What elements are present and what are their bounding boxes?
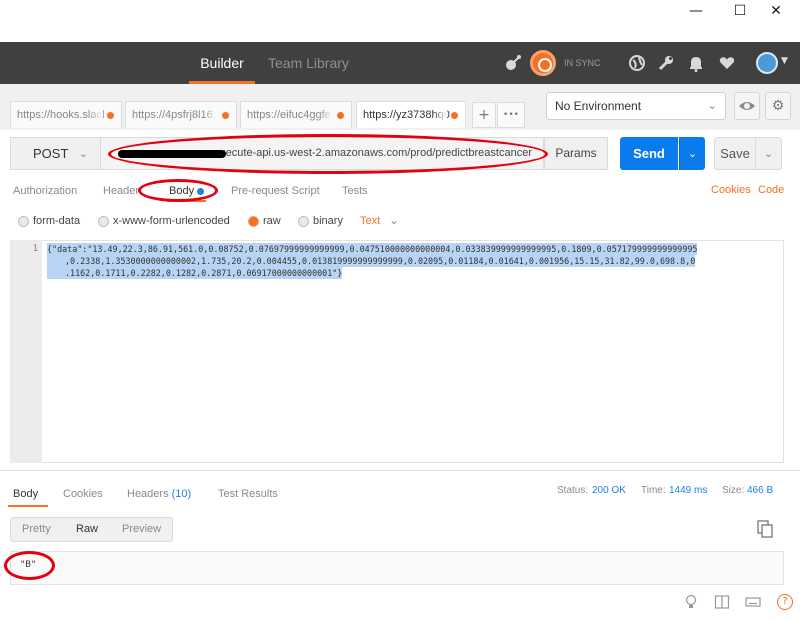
unsaved-dot-icon xyxy=(337,112,344,119)
wrench-icon[interactable] xyxy=(656,53,676,73)
form-data-radio[interactable] xyxy=(18,216,29,227)
close-icon[interactable]: ✕ xyxy=(762,2,790,20)
maximize-icon[interactable]: ☐ xyxy=(726,2,754,20)
save-options-button[interactable]: ⌄ xyxy=(756,137,782,170)
response-tab-headers-label: Headers xyxy=(127,488,169,500)
cookies-link[interactable]: Cookies xyxy=(711,184,751,196)
editor-line: {"data":"13.49,22.3,86.91,561.0,0.08752,… xyxy=(47,243,698,255)
binary-label: binary xyxy=(313,215,343,227)
sync-status: IN SYNC xyxy=(564,58,601,68)
request-tab[interactable]: https://eifuc4ggfe. xyxy=(240,101,352,128)
line-number: 1 xyxy=(32,244,38,254)
request-tab[interactable]: https://4psfrj8l16. xyxy=(125,101,237,128)
urlencoded-label: x-www-form-urlencoded xyxy=(113,215,230,227)
response-tab-cookies[interactable]: Cookies xyxy=(63,488,103,500)
eye-icon[interactable] xyxy=(734,92,760,120)
tab-builder[interactable]: Builder xyxy=(189,42,255,84)
size-label: Size: xyxy=(722,485,745,496)
keyboard-icon[interactable] xyxy=(745,594,761,610)
tab-tests[interactable]: Tests xyxy=(342,184,368,204)
body-modified-dot-icon xyxy=(197,188,204,195)
tab-body[interactable]: Body xyxy=(166,184,207,204)
method-select[interactable]: POST ⌄ xyxy=(10,137,100,170)
redaction-bar xyxy=(118,150,226,158)
urlencoded-radio[interactable] xyxy=(98,216,109,227)
unsaved-dot-icon xyxy=(107,112,114,119)
response-body[interactable] xyxy=(10,551,784,585)
editor-line: .1162,0.1711,0.2282,0.1282,0.2871,0.0691… xyxy=(47,267,343,279)
environment-select-value: No Environment xyxy=(555,99,642,113)
status-footer xyxy=(0,592,800,619)
headers-count: (10) xyxy=(171,488,192,500)
params-button[interactable]: Params xyxy=(544,137,608,170)
app-header: Builder Team Library IN SYNC ▼ xyxy=(0,42,800,84)
response-tab-headers[interactable]: Headers (10) xyxy=(127,488,191,500)
raw-radio[interactable] xyxy=(248,216,259,227)
tab-team-library[interactable]: Team Library xyxy=(268,42,349,84)
request-tab-active[interactable]: https://yz3738hq0 xyxy=(356,101,466,128)
editor-line: ,0.2338,1.3530000000000002,1.735,20.2,0.… xyxy=(47,255,696,267)
minimize-icon[interactable]: — xyxy=(682,2,710,20)
format-raw-button[interactable]: Raw xyxy=(76,523,98,535)
title-bar: — ☐ ✕ xyxy=(0,0,800,42)
tab-authorization[interactable]: Authorization xyxy=(13,184,77,204)
status-label: Status: xyxy=(557,485,589,496)
tab-headers[interactable]: Headers xyxy=(103,184,139,204)
chevron-down-icon: ⌄ xyxy=(707,99,717,112)
lightbulb-icon[interactable] xyxy=(683,594,699,610)
send-button[interactable]: Send xyxy=(620,137,678,170)
save-button[interactable]: Save xyxy=(714,137,756,170)
unsaved-dot-icon xyxy=(451,112,458,119)
size-value: 466 B xyxy=(747,485,774,496)
editor-gutter xyxy=(10,240,42,463)
chevron-down-icon[interactable]: ▼ xyxy=(781,56,788,66)
unsaved-dot-icon xyxy=(222,112,229,119)
two-pane-icon[interactable] xyxy=(714,594,730,610)
tab-pre-request-script[interactable]: Pre-request Script xyxy=(231,184,320,204)
gear-icon[interactable]: ⚙ xyxy=(765,92,791,120)
chevron-down-icon[interactable]: ⌄ xyxy=(389,213,399,227)
satellite-icon[interactable] xyxy=(503,53,523,73)
code-link[interactable]: Code xyxy=(758,184,784,196)
form-data-label: form-data xyxy=(33,215,81,227)
globe-icon[interactable] xyxy=(627,53,647,73)
method-select-value: POST xyxy=(33,146,69,161)
active-tab-indicator xyxy=(8,505,48,507)
copy-icon[interactable] xyxy=(757,520,773,538)
time-label: Time: xyxy=(641,485,666,496)
help-icon[interactable]: ? xyxy=(777,594,793,610)
response-tab-body[interactable]: Body xyxy=(13,488,38,500)
bell-icon[interactable] xyxy=(686,53,706,73)
binary-radio[interactable] xyxy=(298,216,309,227)
response-value: "B" xyxy=(20,560,37,570)
chevron-down-icon: ⌄ xyxy=(78,147,88,160)
response-tab-test-results[interactable]: Test Results xyxy=(218,488,278,500)
more-tabs-button[interactable]: ••• xyxy=(497,102,525,128)
editor-content[interactable]: {"data":"13.49,22.3,86.91,561.0,0.08752,… xyxy=(47,243,781,279)
format-preview-button[interactable]: Preview xyxy=(122,523,161,535)
avatar[interactable] xyxy=(756,52,778,74)
raw-label: raw xyxy=(263,215,281,227)
request-tab[interactable]: https://hooks.slacl xyxy=(10,101,122,128)
format-pretty-button[interactable]: Pretty xyxy=(22,523,51,535)
postman-window: — ☐ ✕ Builder Team Library IN SYNC ▼ htt… xyxy=(0,0,800,619)
status-value: 200 OK xyxy=(592,485,626,496)
response-divider[interactable] xyxy=(0,470,800,471)
environment-select[interactable]: No Environment ⌄ xyxy=(546,92,726,120)
content-type-select[interactable]: Text xyxy=(360,215,380,227)
time-value: 1449 ms xyxy=(669,485,708,496)
send-options-button[interactable]: ⌄ xyxy=(679,137,705,170)
sync-icon[interactable] xyxy=(530,50,556,76)
add-tab-button[interactable]: + xyxy=(472,102,496,128)
heart-icon[interactable] xyxy=(717,53,737,73)
